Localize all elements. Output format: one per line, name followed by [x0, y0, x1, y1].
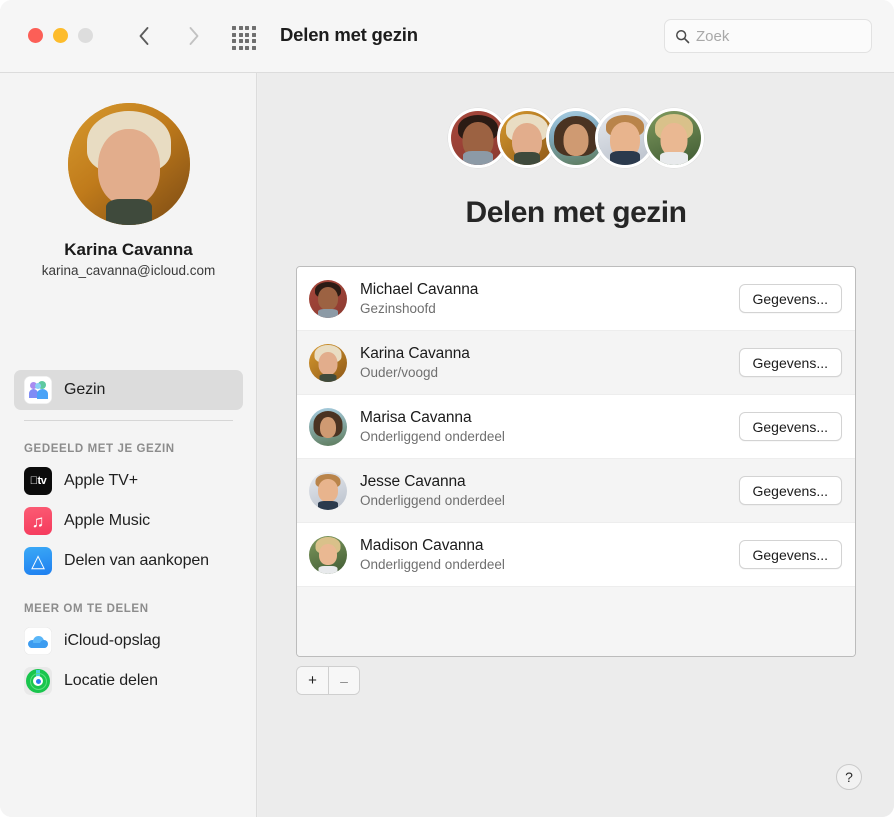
member-name: Madison Cavanna: [360, 537, 739, 555]
member-name: Michael Cavanna: [360, 281, 739, 299]
table-row[interactable]: Michael Cavanna Gezinshoofd Gegevens...: [297, 267, 855, 331]
family-icon: [24, 376, 52, 404]
sidebar-section-header-shared: GEDEELD MET JE GEZIN: [0, 421, 257, 461]
member-name: Jesse Cavanna: [360, 473, 739, 491]
member-name: Marisa Cavanna: [360, 409, 739, 427]
sidebar-item-label: Gezin: [64, 381, 105, 399]
sidebar-item-label: Delen van aankopen: [64, 552, 209, 570]
table-row[interactable]: Marisa Cavanna Onderliggend onderdeel Ge…: [297, 395, 855, 459]
chevron-left-icon: [138, 26, 150, 46]
table-row[interactable]: Madison Cavanna Onderliggend onderdeel G…: [297, 523, 855, 587]
apple-music-icon: ♫: [24, 507, 52, 535]
sidebar: Karina Cavanna karina_cavanna@icloud.com…: [0, 73, 257, 817]
chevron-right-icon: [188, 26, 200, 46]
app-store-icon: △: [24, 547, 52, 575]
sidebar-section-header-more: MEER OM TE DELEN: [0, 581, 257, 621]
family-avatar-stack: [258, 103, 894, 173]
details-button[interactable]: Gegevens...: [739, 412, 843, 441]
details-button[interactable]: Gegevens...: [739, 476, 843, 505]
main-content: Delen met gezin Michael Cavanna Gezinsho…: [258, 73, 894, 817]
apple-tv-icon: tv: [24, 467, 52, 495]
window-title: Delen met gezin: [280, 24, 418, 46]
karina-portrait: [68, 103, 190, 225]
find-my-icon: [24, 667, 52, 695]
details-button[interactable]: Gegevens...: [739, 540, 843, 569]
member-role: Onderliggend onderdeel: [360, 493, 739, 508]
avatar: [309, 280, 347, 318]
sidebar-item-apple-music[interactable]: ♫ Apple Music: [14, 501, 243, 541]
sidebar-item-label: Apple TV+: [64, 472, 138, 490]
member-role: Onderliggend onderdeel: [360, 429, 739, 444]
zoom-button[interactable]: [78, 28, 93, 43]
show-all-preferences-grid-icon[interactable]: [232, 26, 262, 48]
member-name: Karina Cavanna: [360, 345, 739, 363]
sidebar-item-label: Locatie delen: [64, 672, 158, 690]
page-title: Delen met gezin: [258, 196, 894, 230]
list-empty-area: [297, 587, 855, 657]
sidebar-nav: Gezin GEDEELD MET JE GEZIN tv Apple TV+…: [0, 370, 257, 701]
system-preferences-window: Delen met gezin Karina Cavanna karina_ca…: [0, 0, 894, 817]
icloud-icon: [24, 627, 52, 655]
member-role: Ouder/voogd: [360, 365, 739, 380]
sidebar-item-gezin[interactable]: Gezin: [14, 370, 243, 410]
back-button[interactable]: [130, 21, 158, 51]
avatar: [309, 408, 347, 446]
search-input[interactable]: [696, 28, 846, 45]
account-profile: Karina Cavanna karina_cavanna@icloud.com: [0, 73, 257, 278]
add-member-button[interactable]: +: [297, 667, 328, 694]
sidebar-item-apple-tv-plus[interactable]: tv Apple TV+: [14, 461, 243, 501]
avatar: [309, 344, 347, 382]
close-button[interactable]: [28, 28, 43, 43]
table-row[interactable]: Jesse Cavanna Onderliggend onderdeel Geg…: [297, 459, 855, 523]
table-row[interactable]: Karina Cavanna Ouder/voogd Gegevens...: [297, 331, 855, 395]
avatar-madison[interactable]: [644, 108, 704, 168]
member-role: Gezinshoofd: [360, 301, 739, 316]
sidebar-item-label: iCloud-opslag: [64, 632, 161, 650]
sidebar-item-delen-van-aankopen[interactable]: △ Delen van aankopen: [14, 541, 243, 581]
search-field[interactable]: [664, 19, 872, 53]
search-icon: [675, 29, 690, 44]
sidebar-item-locatie-delen[interactable]: Locatie delen: [14, 661, 243, 701]
minimize-button[interactable]: [53, 28, 68, 43]
sidebar-item-icloud-opslag[interactable]: iCloud-opslag: [14, 621, 243, 661]
window-titlebar: Delen met gezin: [0, 0, 894, 73]
details-button[interactable]: Gegevens...: [739, 284, 843, 313]
sidebar-item-label: Apple Music: [64, 512, 150, 530]
member-role: Onderliggend onderdeel: [360, 557, 739, 572]
help-button[interactable]: ?: [836, 764, 862, 790]
details-button[interactable]: Gegevens...: [739, 348, 843, 377]
profile-email: karina_cavanna@icloud.com: [0, 263, 257, 278]
avatar[interactable]: [68, 103, 190, 225]
remove-member-button[interactable]: –: [328, 667, 359, 694]
avatar: [309, 536, 347, 574]
add-remove-segmented-control[interactable]: + –: [296, 666, 360, 695]
family-member-list: Michael Cavanna Gezinshoofd Gegevens... …: [296, 266, 856, 657]
avatar: [309, 472, 347, 510]
forward-button[interactable]: [180, 21, 208, 51]
profile-name: Karina Cavanna: [0, 240, 257, 260]
